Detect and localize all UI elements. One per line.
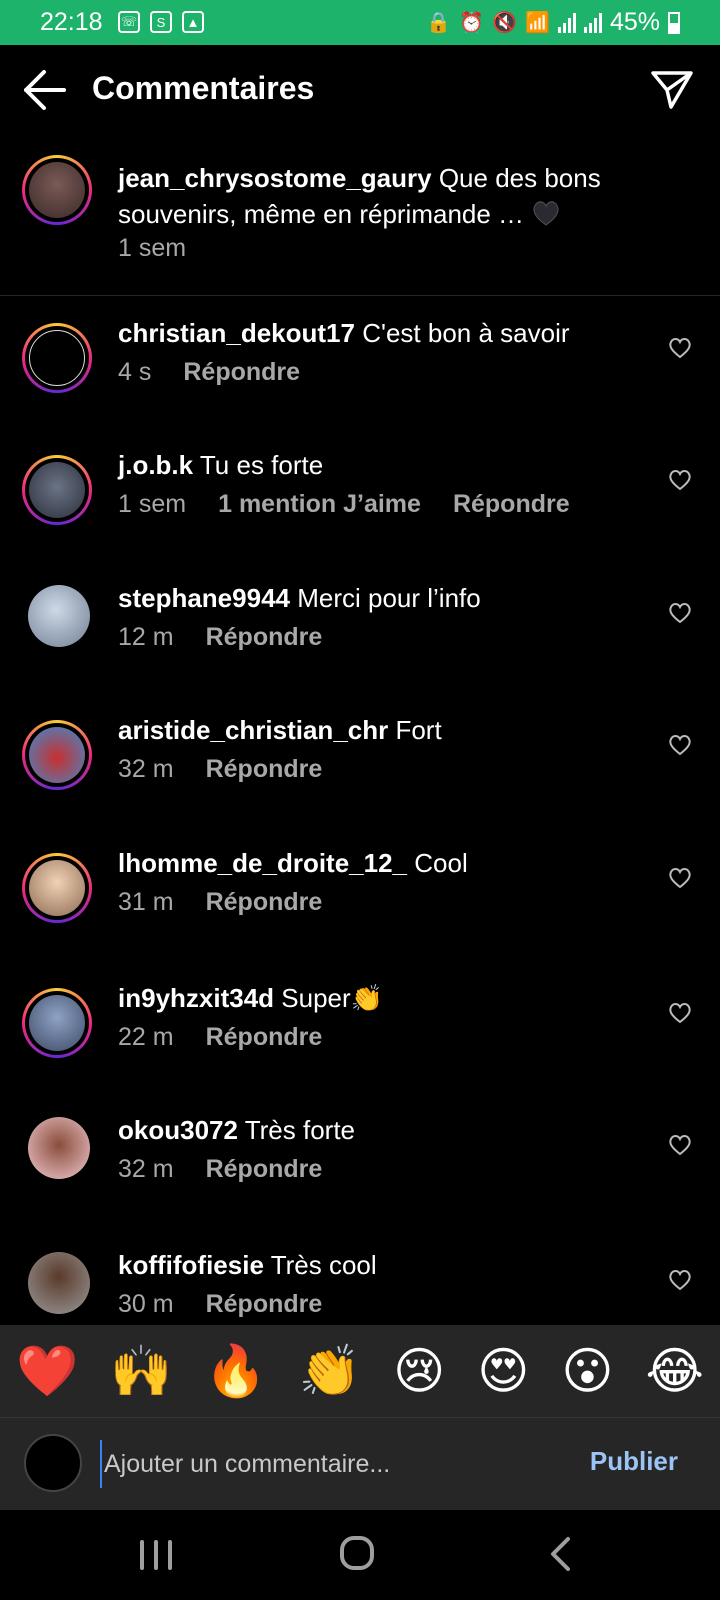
comment-time: 32 m — [118, 755, 174, 783]
reply-button[interactable]: Répondre — [206, 623, 323, 652]
comment-username[interactable]: stephane9944 — [118, 583, 290, 613]
comment-text: Cool — [414, 848, 468, 878]
comment-item: aristide_christian_chr Fort 32 m Répondr… — [0, 700, 720, 835]
avatar[interactable] — [28, 1252, 90, 1314]
status-time: 22:18 — [40, 8, 103, 36]
status-bar: 22:18 ☏ S ▲ 🔒 ⏰ 🔇 📶 45% — [0, 0, 720, 45]
fire-emoji-button[interactable]: 🔥 — [205, 1341, 267, 1401]
publish-button[interactable]: Publier — [590, 1446, 678, 1477]
signal-icon — [557, 12, 576, 33]
black-heart-emoji-icon — [533, 201, 559, 226]
comment-item: christian_dekout17 C'est bon à savoir 4 … — [0, 303, 720, 438]
reply-button[interactable]: Répondre — [206, 755, 323, 784]
header: Commentaires — [0, 45, 720, 135]
crying-face-emoji-button[interactable]: 😢 — [393, 1341, 445, 1401]
raising-hands-emoji-button[interactable]: 🙌 — [110, 1341, 172, 1401]
caption-username[interactable]: jean_chrysostome_gaury — [118, 163, 432, 193]
comment-username[interactable]: aristide_christian_chr — [118, 715, 388, 745]
gallery-icon: ▲ — [182, 11, 204, 33]
system-nav-bar — [0, 1510, 720, 1600]
emoji-reaction-bar: ❤️ 🙌 🔥 👏 😢 😍 😮 😂 — [0, 1325, 720, 1418]
surprised-face-emoji-button[interactable]: 😮 — [561, 1341, 613, 1401]
comment-text: Très forte — [244, 1115, 356, 1145]
back-arrow-icon[interactable] — [22, 69, 68, 111]
red-heart-emoji-button[interactable]: ❤️ — [16, 1341, 78, 1401]
clapping-hands-emoji-button[interactable]: 👏 — [299, 1341, 361, 1401]
reply-button[interactable]: Répondre — [206, 1290, 323, 1319]
reply-button[interactable]: Répondre — [183, 358, 300, 387]
avatar[interactable] — [28, 1117, 90, 1179]
comment-composer: Publier — [0, 1418, 720, 1510]
home-icon[interactable] — [340, 1536, 374, 1570]
comment-item: in9yhzxit34d Super👏 22 m Répondre — [0, 968, 720, 1103]
comment-text: Fort — [395, 715, 442, 745]
caption-time: 1 sem — [118, 234, 187, 262]
avatar[interactable] — [22, 720, 92, 790]
comment-username[interactable]: j.o.b.k — [118, 450, 193, 480]
app-notification-icon: S — [150, 11, 172, 33]
comment-time: 32 m — [118, 1155, 174, 1183]
comment-text: Tu es forte — [199, 450, 324, 480]
comment-time: 1 sem — [118, 490, 187, 518]
comment-item: j.o.b.k Tu es forte 1 sem 1 mention J’ai… — [0, 435, 720, 570]
comment-time: 31 m — [118, 888, 174, 916]
heart-outline-icon[interactable] — [668, 469, 692, 491]
heart-outline-icon[interactable] — [668, 734, 692, 756]
comment-time: 22 m — [118, 1023, 174, 1051]
heart-outline-icon[interactable] — [668, 602, 692, 624]
heart-outline-icon[interactable] — [668, 1269, 692, 1291]
avatar[interactable] — [28, 585, 90, 647]
wifi-call-icon: ☏ — [118, 11, 140, 33]
wifi-icon: 📶 — [525, 12, 550, 34]
comment-text: C'est bon à savoir — [362, 318, 570, 348]
heart-outline-icon[interactable] — [668, 867, 692, 889]
comment-item: lhomme_de_droite_12_ Cool 31 m Répondre — [0, 833, 720, 968]
comment-text: Super👏 — [281, 983, 384, 1013]
likes-count[interactable]: 1 mention J’aime — [218, 490, 421, 519]
nav-back-icon[interactable] — [548, 1536, 572, 1572]
comment-item: stephane9944 Merci pour l’info 12 m Répo… — [0, 568, 720, 703]
alarm-icon: ⏰ — [459, 12, 485, 34]
page-title: Commentaires — [92, 70, 315, 106]
send-icon[interactable] — [650, 69, 694, 111]
avatar[interactable] — [22, 455, 92, 525]
comment-time: 30 m — [118, 1290, 174, 1318]
recent-apps-icon[interactable] — [140, 1540, 172, 1570]
comment-item: okou3072 Très forte 32 m Répondre — [0, 1100, 720, 1235]
reply-button[interactable]: Répondre — [206, 1155, 323, 1184]
avatar[interactable] — [22, 155, 92, 225]
reply-button[interactable]: Répondre — [453, 490, 570, 519]
post-caption: jean_chrysostome_gaury Que des bons souv… — [0, 150, 720, 296]
avatar[interactable] — [22, 853, 92, 923]
comment-time: 12 m — [118, 623, 174, 651]
comment-username[interactable]: christian_dekout17 — [118, 318, 355, 348]
comment-text: Merci pour l’info — [297, 583, 481, 613]
comment-username[interactable]: lhomme_de_droite_12_ — [118, 848, 407, 878]
comments-list[interactable]: christian_dekout17 C'est bon à savoir 4 … — [0, 295, 720, 1325]
heart-eyes-emoji-button[interactable]: 😍 — [477, 1341, 529, 1401]
own-avatar — [24, 1434, 82, 1492]
comment-text: Très cool — [270, 1250, 377, 1280]
lock-icon: 🔒 — [426, 12, 452, 34]
comment-item: koffifofiesie Très cool 30 m Répondre — [0, 1235, 720, 1325]
battery-icon — [668, 11, 680, 34]
comment-username[interactable]: okou3072 — [118, 1115, 238, 1145]
avatar[interactable] — [22, 988, 92, 1058]
comment-input[interactable] — [100, 1440, 546, 1488]
comment-time: 4 s — [118, 358, 152, 386]
battery-percent: 45% — [609, 8, 660, 36]
heart-outline-icon[interactable] — [668, 1134, 692, 1156]
mute-icon: 🔇 — [492, 12, 518, 34]
reply-button[interactable]: Répondre — [206, 1023, 323, 1052]
heart-outline-icon[interactable] — [668, 1002, 692, 1024]
comment-username[interactable]: in9yhzxit34d — [118, 983, 274, 1013]
tears-of-joy-emoji-button[interactable]: 😂 — [646, 1341, 704, 1401]
avatar[interactable] — [22, 323, 92, 393]
reply-button[interactable]: Répondre — [206, 888, 323, 917]
signal-icon-2 — [583, 12, 602, 33]
heart-outline-icon[interactable] — [668, 337, 692, 359]
comment-username[interactable]: koffifofiesie — [118, 1250, 264, 1280]
